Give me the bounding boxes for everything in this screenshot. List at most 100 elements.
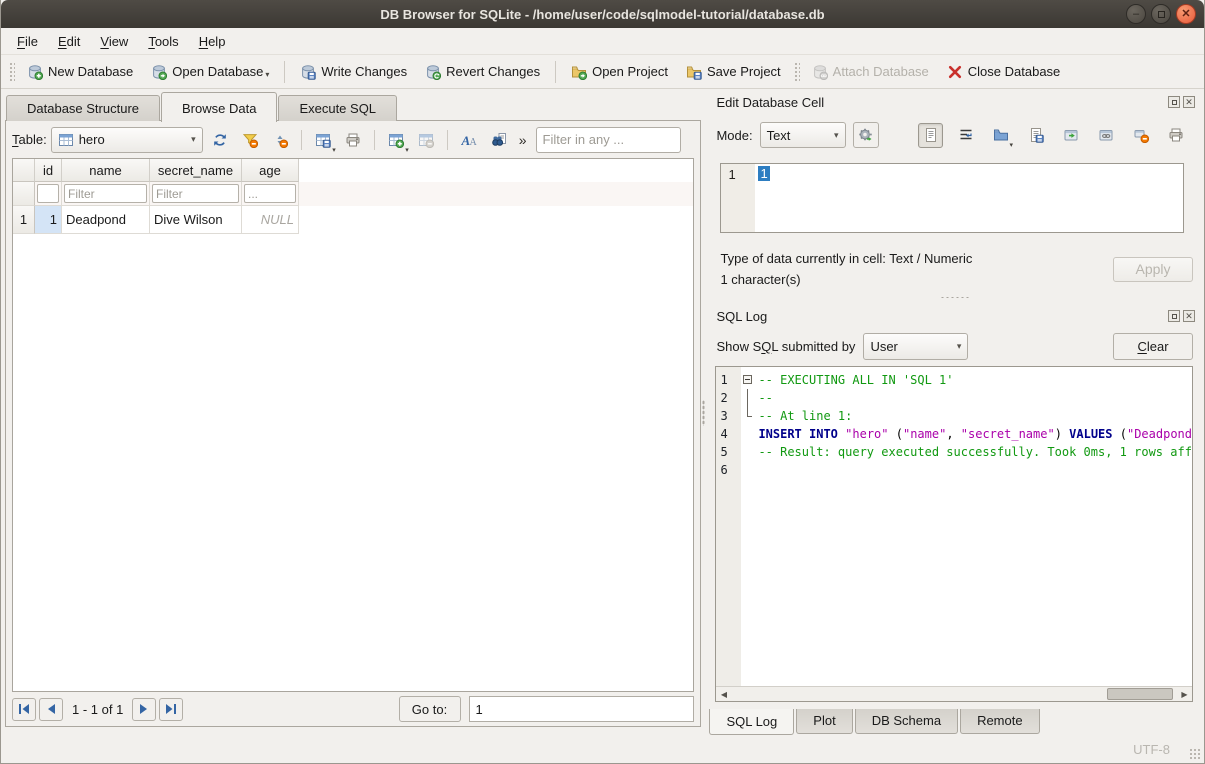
cell-age[interactable]: NULL: [242, 206, 299, 234]
insert-record-button[interactable]: ▾: [383, 127, 409, 153]
menu-tools[interactable]: Tools: [138, 31, 188, 52]
prev-record-button[interactable]: [39, 698, 63, 721]
scrollbar-track[interactable]: [731, 687, 1177, 701]
column-header-secret-name[interactable]: secret_name: [150, 159, 242, 182]
toolbar-grip: [8, 61, 15, 83]
goto-input[interactable]: 1: [469, 696, 694, 722]
import-data-button[interactable]: ▾: [988, 123, 1013, 148]
sql-log-fold-column[interactable]: [741, 367, 756, 686]
filter-input-age[interactable]: ...: [244, 184, 296, 203]
sql-log-dock-title: SQL Log ✕: [707, 305, 1202, 327]
minimize-icon[interactable]: –: [1126, 4, 1146, 24]
overflow-chevron-icon[interactable]: »: [516, 132, 530, 148]
scroll-left-icon[interactable]: ◀: [716, 690, 731, 699]
cell-secret-name[interactable]: Dive Wilson: [150, 206, 242, 234]
chevron-down-icon[interactable]: ▾: [332, 146, 336, 154]
tab-db-schema[interactable]: DB Schema: [855, 709, 958, 734]
open-project-button[interactable]: Open Project: [562, 59, 677, 85]
filter-any-input[interactable]: Filter in any ...: [536, 127, 681, 153]
cell-name[interactable]: Deadpond: [62, 206, 150, 234]
tab-plot[interactable]: Plot: [796, 709, 852, 734]
apply-button[interactable]: Apply: [1113, 257, 1193, 282]
tab-database-structure[interactable]: Database Structure: [6, 95, 160, 121]
tab-execute-sql[interactable]: Execute SQL: [278, 95, 397, 121]
row-header[interactable]: 1: [13, 206, 35, 234]
attach-database-label: Attach Database: [833, 64, 929, 79]
refresh-button[interactable]: [207, 127, 233, 153]
goto-button[interactable]: Go to:: [399, 696, 461, 722]
close-panel-icon[interactable]: ✕: [1183, 310, 1195, 322]
chevron-down-icon[interactable]: ▾: [265, 70, 269, 79]
close-database-button[interactable]: Close Database: [938, 59, 1070, 85]
first-record-button[interactable]: [12, 698, 36, 721]
filter-input-name[interactable]: Filter: [64, 184, 147, 203]
tab-remote[interactable]: Remote: [960, 709, 1040, 734]
dock-splitter[interactable]: [707, 290, 1202, 305]
filter-input-secret-name[interactable]: Filter: [152, 184, 239, 203]
delete-record-icon: [418, 132, 434, 148]
new-database-button[interactable]: New Database: [18, 59, 142, 85]
float-panel-icon[interactable]: [1168, 310, 1180, 322]
set-null-button[interactable]: [1128, 123, 1153, 148]
tab-browse-data[interactable]: Browse Data: [161, 92, 277, 122]
column-header-id[interactable]: id: [35, 159, 62, 182]
write-changes-button[interactable]: Write Changes: [291, 59, 416, 85]
menu-view[interactable]: View: [90, 31, 138, 52]
resize-grip[interactable]: [1189, 748, 1201, 760]
edit-font-button[interactable]: AA: [456, 127, 482, 153]
print-table-button[interactable]: [340, 127, 366, 153]
column-header-name[interactable]: name: [62, 159, 150, 182]
find-in-table-button[interactable]: [486, 127, 512, 153]
menu-file[interactable]: File: [7, 31, 48, 52]
next-record-button[interactable]: [132, 698, 156, 721]
fold-marker[interactable]: [741, 371, 756, 389]
scrollbar-thumb[interactable]: [1107, 688, 1173, 700]
title-bar[interactable]: DB Browser for SQLite - /home/user/code/…: [1, 0, 1204, 28]
sql-log-view[interactable]: 123456 -- EXECUTING ALL IN 'SQL 1'---- A…: [715, 366, 1193, 702]
open-external-button[interactable]: [1058, 123, 1083, 148]
text-document-button[interactable]: [918, 123, 943, 148]
browse-data-frame: Table: hero ▾ ▾▾AA» Filter in any ... id…: [5, 120, 701, 727]
cell-editor[interactable]: 1 1: [720, 163, 1184, 233]
clear-filter-button[interactable]: [237, 127, 263, 153]
panel-splitter[interactable]: [701, 89, 708, 737]
apply-format-button[interactable]: [853, 122, 879, 148]
data-grid[interactable]: idnamesecret_nameageFilterFilter...11Dea…: [12, 158, 694, 692]
filter-input-id[interactable]: [37, 184, 59, 203]
copy-link-button[interactable]: [1093, 123, 1118, 148]
chevron-down-icon[interactable]: ▾: [405, 146, 409, 154]
scroll-right-icon[interactable]: ▶: [1177, 690, 1192, 699]
token-identifier: "Deadpond: [1127, 427, 1192, 441]
save-project-button[interactable]: Save Project: [677, 59, 790, 85]
set-null-icon: [1133, 127, 1149, 143]
close-icon[interactable]: ✕: [1176, 4, 1196, 24]
open-database-button[interactable]: Open Database▾: [142, 59, 278, 85]
fold-marker: [741, 425, 756, 443]
last-record-button[interactable]: [159, 698, 183, 721]
print-cell-button[interactable]: [1163, 123, 1188, 148]
cell-info-row: Type of data currently in cell: Text / N…: [720, 248, 1193, 290]
word-wrap-button[interactable]: [953, 123, 978, 148]
cell-editor-text[interactable]: 1: [755, 164, 1183, 232]
fold-collapse-icon[interactable]: [743, 375, 752, 384]
menu-help[interactable]: Help: [189, 31, 236, 52]
chevron-down-icon[interactable]: ▾: [1009, 141, 1013, 149]
sql-log-hscrollbar[interactable]: ◀ ▶: [716, 686, 1192, 701]
save-table-button[interactable]: ▾: [310, 127, 336, 153]
clear-log-button[interactable]: Clear: [1113, 333, 1193, 360]
tab-sql-log[interactable]: SQL Log: [709, 709, 794, 735]
maximize-icon[interactable]: [1151, 4, 1171, 24]
export-data-button[interactable]: [1023, 123, 1048, 148]
save-project-icon: [686, 64, 702, 80]
menu-edit[interactable]: Edit: [48, 31, 90, 52]
clear-sort-button[interactable]: [267, 127, 293, 153]
revert-changes-button[interactable]: Revert Changes: [416, 59, 549, 85]
float-panel-icon[interactable]: [1168, 96, 1180, 108]
toolbar-separator: [555, 61, 556, 83]
submitted-by-select[interactable]: User ▾: [863, 333, 968, 360]
close-panel-icon[interactable]: ✕: [1183, 96, 1195, 108]
cell-id[interactable]: 1: [35, 206, 62, 234]
mode-select[interactable]: Text ▾: [760, 122, 846, 148]
table-select[interactable]: hero ▾: [51, 127, 203, 153]
column-header-age[interactable]: age: [242, 159, 299, 182]
